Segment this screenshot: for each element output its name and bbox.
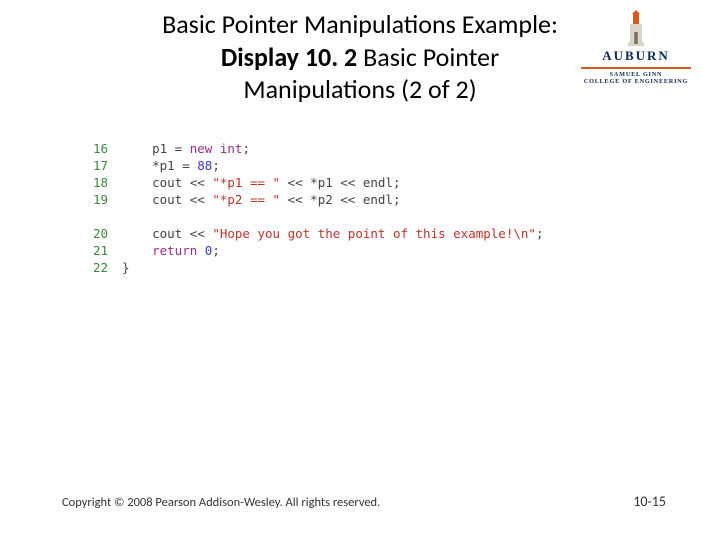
auburn-tower-icon xyxy=(624,10,648,46)
title-line1: Basic Pointer Manipulations Example: xyxy=(162,8,558,40)
line-number: 21 xyxy=(88,242,122,259)
code-line: 19 cout << "*p2 == " << *p2 << endl; xyxy=(88,191,543,208)
line-number: 17 xyxy=(88,157,122,174)
code-line: 18 cout << "*p1 == " << *p1 << endl; xyxy=(88,174,543,191)
line-number: 20 xyxy=(88,225,122,242)
line-number: 16 xyxy=(88,140,122,157)
code-text: cout << "Hope you got the point of this … xyxy=(122,225,543,242)
code-text: *p1 = 88; xyxy=(122,157,220,174)
logo-sub1: SAMUEL GINN xyxy=(576,71,696,78)
auburn-logo: AUBURN SAMUEL GINN COLLEGE OF ENGINEERIN… xyxy=(576,10,696,85)
code-text: cout << "*p2 == " << *p2 << endl; xyxy=(122,191,400,208)
code-text: p1 = new int; xyxy=(122,140,250,157)
line-number: 19 xyxy=(88,191,122,208)
code-block: 16 p1 = new int;17 *p1 = 88;18 cout << "… xyxy=(88,140,543,276)
line-number: 18 xyxy=(88,174,122,191)
blank-line xyxy=(88,208,543,225)
title-line3: Manipulations (2 of 2) xyxy=(243,73,476,105)
slide: Basic Pointer Manipulations Example: Dis… xyxy=(0,0,720,540)
code-text: } xyxy=(122,259,130,276)
code-line: 17 *p1 = 88; xyxy=(88,157,543,174)
title-tail: Basic Pointer xyxy=(357,41,499,73)
logo-sub2: COLLEGE OF ENGINEERING xyxy=(576,78,696,85)
title-display-label: Display 10. 2 xyxy=(221,41,357,73)
code-line: 16 p1 = new int; xyxy=(88,140,543,157)
logo-wordmark: AUBURN xyxy=(576,48,696,64)
line-number: 22 xyxy=(88,259,122,276)
code-text: return 0; xyxy=(122,242,220,259)
code-text: cout << "*p1 == " << *p1 << endl; xyxy=(122,174,400,191)
page-number: 10-15 xyxy=(633,493,666,510)
slide-title: Basic Pointer Manipulations Example: Dis… xyxy=(120,8,600,106)
code-line: 22} xyxy=(88,259,543,276)
code-line: 21 return 0; xyxy=(88,242,543,259)
copyright-text: Copyright © 2008 Pearson Addison-Wesley.… xyxy=(62,495,380,510)
code-line: 20 cout << "Hope you got the point of th… xyxy=(88,225,543,242)
logo-divider xyxy=(581,67,691,69)
